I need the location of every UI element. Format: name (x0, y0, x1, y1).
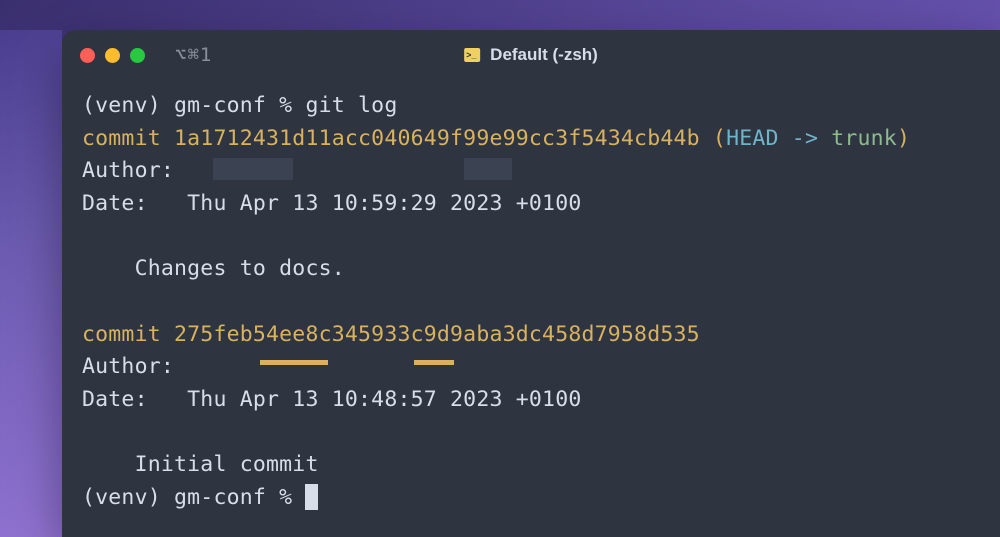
terminal-body[interactable]: (venv) gm-conf % git log commit 1a171243… (62, 80, 1000, 525)
date-value: Thu Apr 13 10:59:29 2023 +0100 (187, 191, 581, 216)
commit-label: commit (82, 322, 174, 347)
author-label: Author: (82, 158, 187, 183)
prompt-line: (venv) gm-conf % (82, 482, 980, 515)
window-controls (80, 48, 145, 63)
shell-icon: >_ (464, 48, 480, 62)
commit-message: Initial commit (82, 449, 980, 482)
terminal-window: ⌥⌘1 >_ Default (-zsh) (venv) gm-conf % g… (62, 30, 1000, 537)
blank-line (82, 286, 980, 319)
command-text: git log (305, 93, 397, 118)
blank-line (82, 221, 980, 254)
date-label: Date: (82, 387, 187, 412)
redacted-block (260, 360, 328, 365)
blank-line (82, 417, 980, 450)
minimize-button[interactable] (105, 48, 120, 63)
prompt: (venv) gm-conf % (82, 93, 305, 118)
titlebar[interactable]: ⌥⌘1 >_ Default (-zsh) (62, 30, 1000, 80)
desktop-background (0, 30, 62, 537)
date-value: Thu Apr 13 10:48:57 2023 +0100 (187, 387, 581, 412)
commit-line: commit 275feb54ee8c345933c9d9aba3dc458d7… (82, 319, 980, 352)
ref-open: ( (700, 126, 726, 151)
tab-indicator: ⌥⌘1 (175, 44, 212, 66)
author-line: Author: (82, 155, 980, 188)
date-line: Date: Thu Apr 13 10:48:57 2023 +0100 (82, 384, 980, 417)
window-title: Default (-zsh) (490, 45, 598, 65)
commit-hash: 275feb54ee8c345933c9d9aba3dc458d7958d535 (174, 322, 700, 347)
commit-message: Changes to docs. (82, 253, 980, 286)
maximize-button[interactable] (130, 48, 145, 63)
branch-name: trunk (831, 126, 897, 151)
date-line: Date: Thu Apr 13 10:59:29 2023 +0100 (82, 188, 980, 221)
commit-label: commit (82, 126, 174, 151)
prompt-line: (venv) gm-conf % git log (82, 90, 980, 123)
date-label: Date: (82, 191, 187, 216)
cursor (305, 484, 318, 510)
close-button[interactable] (80, 48, 95, 63)
head-ref: HEAD -> (726, 126, 831, 151)
prompt: (venv) gm-conf % (82, 485, 305, 510)
author-label: Author: (82, 354, 187, 379)
commit-hash: 1a1712431d11acc040649f99e99cc3f5434cb44b (174, 126, 700, 151)
window-title-group: >_ Default (-zsh) (464, 45, 598, 65)
redacted-block (464, 158, 512, 180)
author-line: Author: (82, 351, 980, 384)
ref-close: ) (897, 126, 910, 151)
redacted-block (213, 158, 293, 180)
commit-line: commit 1a1712431d11acc040649f99e99cc3f54… (82, 123, 980, 156)
redacted-block (414, 360, 454, 365)
